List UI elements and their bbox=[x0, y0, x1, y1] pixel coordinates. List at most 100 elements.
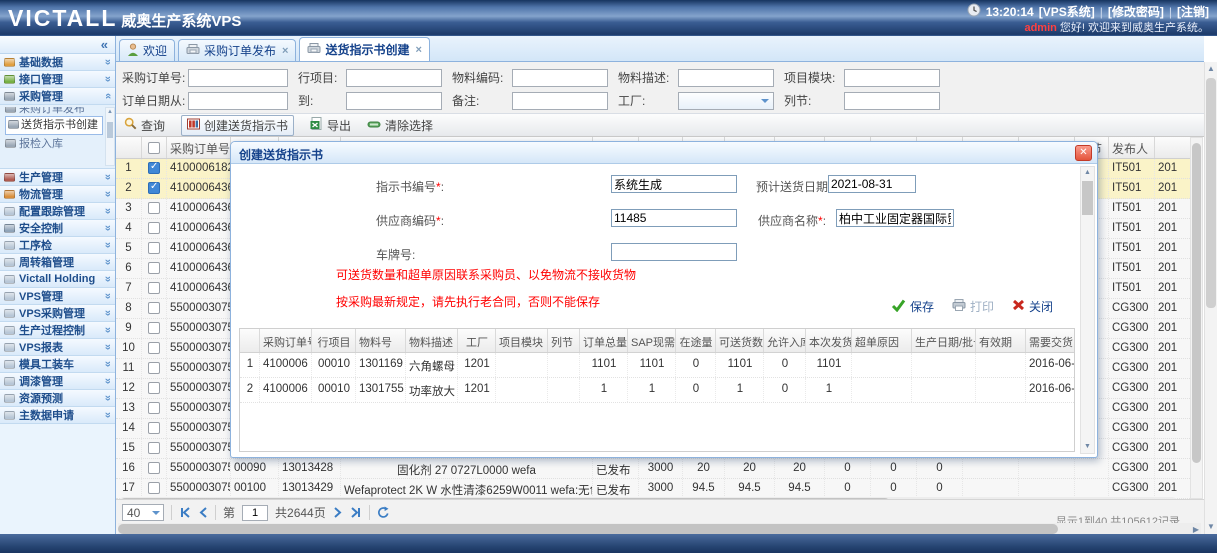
chevron-down-icon[interactable]: « bbox=[102, 361, 114, 367]
query-button[interactable]: 查询 bbox=[124, 117, 165, 134]
sidebar-item-14[interactable]: VPS报表« bbox=[0, 339, 115, 356]
row-checkbox[interactable] bbox=[148, 362, 160, 374]
chevron-down-icon[interactable]: « bbox=[102, 242, 114, 248]
tab-close-icon[interactable]: × bbox=[415, 44, 421, 56]
last-page-button[interactable] bbox=[350, 507, 362, 518]
clear-selection-button[interactable]: 清除选择 bbox=[367, 117, 433, 134]
dialog-item-row-2[interactable]: 24100006000101301755功率放大12011101012016-0… bbox=[240, 378, 1074, 403]
chevron-down-icon[interactable]: « bbox=[102, 225, 114, 231]
row-checkbox[interactable] bbox=[148, 282, 160, 294]
chevron-down-icon[interactable]: « bbox=[102, 412, 114, 418]
sidebar-item-10[interactable]: Victall Holding« bbox=[0, 271, 115, 288]
row-checkbox[interactable] bbox=[148, 262, 160, 274]
sidebar-collapse-button[interactable]: « bbox=[0, 36, 115, 54]
row-checkbox[interactable] bbox=[148, 302, 160, 314]
instruction-no-input[interactable] bbox=[611, 175, 737, 193]
chevron-down-icon[interactable]: « bbox=[102, 344, 114, 350]
sidebar-item-5[interactable]: 物流管理« bbox=[0, 186, 115, 203]
dialog-close-button[interactable]: ✕ bbox=[1075, 145, 1092, 161]
sidebar-item-13[interactable]: 生产过程控制« bbox=[0, 322, 115, 339]
sidebar-item-18[interactable]: 主数据申请« bbox=[0, 407, 115, 424]
row-checkbox[interactable] bbox=[148, 382, 160, 394]
chevron-down-icon[interactable]: « bbox=[102, 76, 114, 82]
chevron-down-icon[interactable]: « bbox=[102, 395, 114, 401]
create-delivery-instruction-button[interactable]: 创建送货指示书 bbox=[181, 115, 294, 136]
sidebar-item-8[interactable]: 工序检« bbox=[0, 237, 115, 254]
po-number-input[interactable] bbox=[188, 69, 288, 87]
sidebar-item-4[interactable]: 生产管理« bbox=[0, 169, 115, 186]
submenu-scroll-up-arrow[interactable]: ▲ bbox=[106, 108, 114, 116]
sidebar-item-2[interactable]: 接口管理« bbox=[0, 71, 115, 88]
order-row-17[interactable]: 1755000030750010013013429Wefaprotect 2K … bbox=[116, 479, 1192, 499]
tab-welcome[interactable]: 欢迎 bbox=[119, 39, 175, 61]
row-checkbox[interactable] bbox=[148, 422, 160, 434]
save-button[interactable]: 保存 bbox=[891, 298, 934, 315]
expected-date-input[interactable] bbox=[828, 175, 916, 193]
prev-page-button[interactable] bbox=[198, 507, 208, 518]
chevron-down-icon[interactable]: « bbox=[102, 276, 114, 282]
chevron-down-icon[interactable]: « bbox=[102, 310, 114, 316]
supplier-code-input[interactable] bbox=[611, 209, 737, 227]
sidebar-item-16[interactable]: 调漆管理« bbox=[0, 373, 115, 390]
chevron-down-icon[interactable]: « bbox=[102, 59, 114, 65]
close-button[interactable]: 关闭 bbox=[1012, 298, 1053, 315]
dialog-item-row-1[interactable]: 14100006000101301169六角螺母1201110111010110… bbox=[240, 353, 1074, 378]
dialog-vscroll-down-arrow[interactable]: ▼ bbox=[1081, 441, 1094, 453]
chevron-down-icon[interactable]: « bbox=[102, 293, 114, 299]
factory-select[interactable] bbox=[678, 92, 774, 110]
submenu-item-inspection-storage[interactable]: 报检入库 bbox=[5, 137, 103, 149]
dialog-vscroll-up-arrow[interactable]: ▲ bbox=[1081, 167, 1094, 179]
order-date-to-input[interactable] bbox=[346, 92, 442, 110]
chevron-down-icon[interactable]: « bbox=[102, 378, 114, 384]
dialog-vscroll-thumb[interactable] bbox=[1082, 181, 1093, 215]
row-checkbox[interactable] bbox=[148, 322, 160, 334]
submenu-scrollbar[interactable]: ▲ bbox=[105, 107, 115, 166]
order-date-from-input[interactable] bbox=[188, 92, 288, 110]
chevron-down-icon[interactable]: « bbox=[102, 208, 114, 214]
sidebar-item-9[interactable]: 周转箱管理« bbox=[0, 254, 115, 271]
page-vscroll-thumb[interactable] bbox=[1206, 78, 1216, 308]
panel-hscroll-thumb[interactable] bbox=[118, 524, 1058, 534]
remark-input[interactable] bbox=[512, 92, 608, 110]
tab-delivery-instruction-create[interactable]: 送货指示书创建× bbox=[299, 37, 429, 61]
row-checkbox[interactable] bbox=[148, 162, 160, 174]
submenu-item-partial-top[interactable]: 采购订单发布 bbox=[5, 107, 103, 116]
select-all-checkbox[interactable] bbox=[148, 142, 160, 154]
chevron-down-icon[interactable]: « bbox=[102, 191, 114, 197]
column-section-input[interactable] bbox=[844, 92, 940, 110]
tab-purchase-order-publish[interactable]: 采购订单发布× bbox=[178, 39, 296, 61]
change-password-link[interactable]: [修改密码] bbox=[1108, 5, 1164, 20]
page-number-input[interactable] bbox=[242, 505, 268, 521]
row-checkbox[interactable] bbox=[148, 402, 160, 414]
sidebar-item-17[interactable]: 资源预测« bbox=[0, 390, 115, 407]
page-size-select[interactable]: 40 bbox=[122, 504, 164, 521]
row-checkbox[interactable] bbox=[148, 462, 160, 474]
sidebar-item-11[interactable]: VPS管理« bbox=[0, 288, 115, 305]
sidebar-item-12[interactable]: VPS采购管理« bbox=[0, 305, 115, 322]
row-checkbox[interactable] bbox=[148, 342, 160, 354]
grid-vscroll-thumb[interactable] bbox=[1192, 143, 1201, 463]
material-desc-input[interactable] bbox=[678, 69, 774, 87]
row-checkbox[interactable] bbox=[148, 242, 160, 254]
order-row-16[interactable]: 1655000030750009013013428固化剂 27 0727L000… bbox=[116, 459, 1192, 479]
sidebar-item-6[interactable]: 配置跟踪管理« bbox=[0, 203, 115, 220]
refresh-button[interactable] bbox=[377, 506, 390, 519]
page-vscroll-down-arrow[interactable]: ▼ bbox=[1205, 520, 1217, 534]
supplier-name-input[interactable] bbox=[836, 209, 954, 227]
material-code-input[interactable] bbox=[512, 69, 608, 87]
chevron-down-icon[interactable]: « bbox=[102, 327, 114, 333]
row-checkbox[interactable] bbox=[148, 442, 160, 454]
chevron-down-icon[interactable]: « bbox=[102, 174, 114, 180]
page-vscroll-up-arrow[interactable]: ▲ bbox=[1205, 62, 1217, 76]
plate-no-input[interactable] bbox=[611, 243, 737, 261]
line-item-input[interactable] bbox=[346, 69, 442, 87]
sidebar-item-3[interactable]: 采购管理« bbox=[0, 88, 115, 105]
sidebar-item-delivery-instruction-create[interactable]: 送货指示书创建 bbox=[5, 116, 103, 135]
export-button[interactable]: 导出 bbox=[310, 117, 351, 134]
project-module-input[interactable] bbox=[844, 69, 940, 87]
sidebar-item-7[interactable]: 安全控制« bbox=[0, 220, 115, 237]
sidebar-item-15[interactable]: 模具工装车« bbox=[0, 356, 115, 373]
row-checkbox[interactable] bbox=[148, 482, 160, 494]
dialog-vertical-scrollbar[interactable]: ▲ ▼ bbox=[1080, 166, 1095, 454]
next-page-button[interactable] bbox=[333, 507, 343, 518]
